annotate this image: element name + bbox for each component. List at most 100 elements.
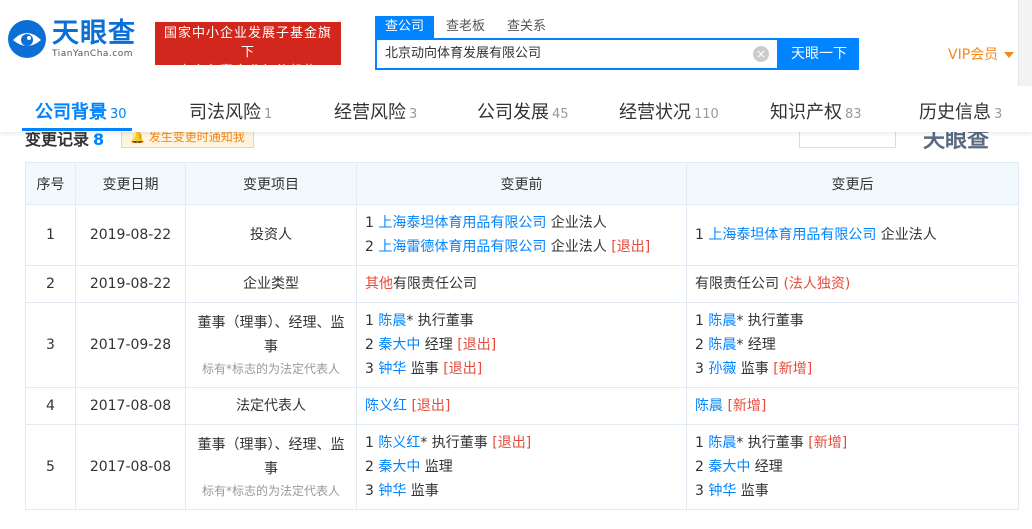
entity-link[interactable]: 秦大中	[708, 459, 750, 475]
change-tag: [退出]	[411, 398, 451, 414]
nav-judicial-risk[interactable]: 司法风险 1	[189, 98, 272, 124]
entity-link[interactable]: 上海雷德体育用品有限公司	[378, 239, 546, 255]
change-date: 2017-08-08	[75, 424, 186, 510]
nav-history[interactable]: 历史信息 3	[919, 98, 1002, 124]
clear-icon[interactable]: ×	[753, 46, 769, 62]
after-cell: 有限责任公司 (法人独资)	[686, 265, 1019, 303]
nav-label: 历史信息	[919, 102, 991, 123]
nav-operating-status[interactable]: 经营状况 110	[619, 98, 719, 124]
change-entry: 1 陈义红* 执行董事 [退出]	[365, 431, 678, 455]
change-date: 2017-08-08	[75, 387, 186, 425]
entry-text: 2	[365, 239, 379, 255]
entity-link[interactable]: 陈晨	[708, 435, 736, 451]
col-header-after: 变更后	[686, 162, 1019, 205]
entry-text: 有限责任公司	[695, 276, 784, 292]
change-date: 2019-08-22	[75, 265, 186, 303]
notify-label: 发生变更时通知我	[148, 130, 245, 144]
entry-text: 企业法人	[546, 215, 607, 231]
logo-eye-icon	[8, 20, 46, 58]
chevron-down-icon	[1004, 52, 1015, 58]
tab-search-boss[interactable]: 查老板	[436, 16, 495, 38]
change-entry: 1 上海泰坦体育用品有限公司 企业法人	[695, 223, 1010, 247]
after-cell: 陈晨 [新增]	[686, 387, 1019, 425]
entity-link[interactable]: 钟华	[708, 483, 736, 499]
entity-link[interactable]: 陈晨	[708, 337, 736, 353]
site-logo[interactable]: 天眼查 TianYanCha.com	[6, 18, 136, 60]
entry-text: 1	[365, 435, 379, 451]
entry-text: * 执行董事	[736, 313, 804, 329]
change-entry: 3 钟华 监事	[695, 479, 1010, 503]
change-item-label: 投资人	[250, 227, 292, 243]
entry-text: 监事	[406, 361, 444, 377]
table-row: 3 2017-09-28 董事（理事）、经理、监事 标有*标志的为法定代表人 1 陈晨*…	[25, 302, 1019, 388]
after-cell: 1 陈晨* 执行董事 2 陈晨* 经理 3 孙薇 监事 [新增]	[686, 302, 1019, 388]
search-button[interactable]: 天眼一下	[779, 38, 859, 70]
entity-link[interactable]: 陈义红	[365, 398, 407, 414]
scrollbar[interactable]	[1018, 0, 1032, 86]
nav-count: 3	[409, 107, 418, 122]
entity-link[interactable]: 钟华	[378, 361, 406, 377]
entry-text: 2	[695, 337, 709, 353]
change-tag: [退出]	[492, 435, 532, 451]
row-number: 1	[25, 204, 76, 266]
entity-link[interactable]: 孙薇	[708, 361, 736, 377]
nav-count: 30	[110, 107, 127, 122]
entity-link[interactable]: 秦大中	[378, 337, 420, 353]
row-number: 4	[25, 387, 76, 425]
entity-link[interactable]: 陈义红	[378, 435, 420, 451]
entry-text: 3	[365, 361, 379, 377]
entity-link[interactable]: 上海泰坦体育用品有限公司	[378, 215, 546, 231]
change-entry: 2 秦大中 经理 [退出]	[365, 333, 678, 357]
change-tag: [新增]	[773, 361, 813, 377]
change-entry: 3 钟华 监事 [退出]	[365, 357, 678, 381]
change-tag: [新增]	[727, 398, 767, 414]
nav-label: 公司背景	[35, 102, 107, 123]
entry-text: 1	[365, 215, 379, 231]
change-entry: 1 上海泰坦体育用品有限公司 企业法人	[365, 211, 678, 235]
logo-domain: TianYanCha.com	[52, 49, 134, 59]
entry-text: * 执行董事	[420, 435, 493, 451]
entity-link[interactable]: 秦大中	[378, 459, 420, 475]
nav-company-background[interactable]: 公司背景 30	[35, 98, 127, 124]
logo-name: 天眼查	[52, 18, 136, 49]
change-item: 董事（理事）、经理、监事 标有*标志的为法定代表人	[185, 302, 357, 388]
change-item: 董事（理事）、经理、监事 标有*标志的为法定代表人	[185, 424, 357, 510]
entity-link[interactable]: 陈晨	[708, 313, 736, 329]
entity-link[interactable]: 钟华	[378, 483, 406, 499]
change-entry: 1 陈晨* 执行董事	[365, 309, 678, 333]
nav-count: 110	[694, 107, 719, 122]
entry-text: * 执行董事	[736, 435, 809, 451]
search-tabs: 查公司 查老板 查关系	[375, 16, 558, 38]
change-entry: 陈晨 [新增]	[695, 394, 1010, 418]
tab-search-relation[interactable]: 查关系	[497, 16, 556, 38]
entry-text: 3	[365, 483, 379, 499]
change-tag: [退出]	[611, 239, 651, 255]
change-entry: 1 陈晨* 执行董事	[695, 309, 1010, 333]
entry-text: 2	[365, 459, 379, 475]
change-entry: 3 孙薇 监事 [新增]	[695, 357, 1010, 381]
change-record-table: 序号 变更日期 变更项目 变更前 变更后 1 2019-08-22 投资人 1 上海泰…	[25, 162, 1019, 510]
entity-link[interactable]: 陈晨	[378, 313, 406, 329]
search-input[interactable]: 北京动向体育发展有限公司 ×	[375, 38, 779, 70]
vip-menu[interactable]: VIP会员	[948, 44, 1015, 64]
change-item: 企业类型	[185, 265, 357, 303]
entity-link[interactable]: 陈晨	[695, 398, 723, 414]
entry-text: 1	[695, 313, 709, 329]
entity-link[interactable]: 上海泰坦体育用品有限公司	[708, 227, 876, 243]
change-tag: [退出]	[443, 361, 483, 377]
change-tag: [退出]	[457, 337, 497, 353]
change-entry: 3 钟华 监事	[365, 479, 678, 503]
nav-intellectual-property[interactable]: 知识产权 83	[770, 98, 862, 124]
col-header-date: 变更日期	[75, 162, 186, 205]
nav-label: 经营状况	[619, 102, 691, 123]
tab-search-company[interactable]: 查公司	[375, 16, 435, 38]
nav-label: 经营风险	[334, 102, 406, 123]
nav-company-development[interactable]: 公司发展 45	[477, 98, 569, 124]
entry-text: 企业法人	[546, 239, 612, 255]
entry-text: 2	[365, 337, 379, 353]
entry-text: 3	[695, 361, 709, 377]
change-tag: (法人独资)	[783, 276, 851, 292]
entry-text: * 经理	[736, 337, 776, 353]
entry-text: 2	[695, 459, 709, 475]
nav-operating-risk[interactable]: 经营风险 3	[334, 98, 417, 124]
